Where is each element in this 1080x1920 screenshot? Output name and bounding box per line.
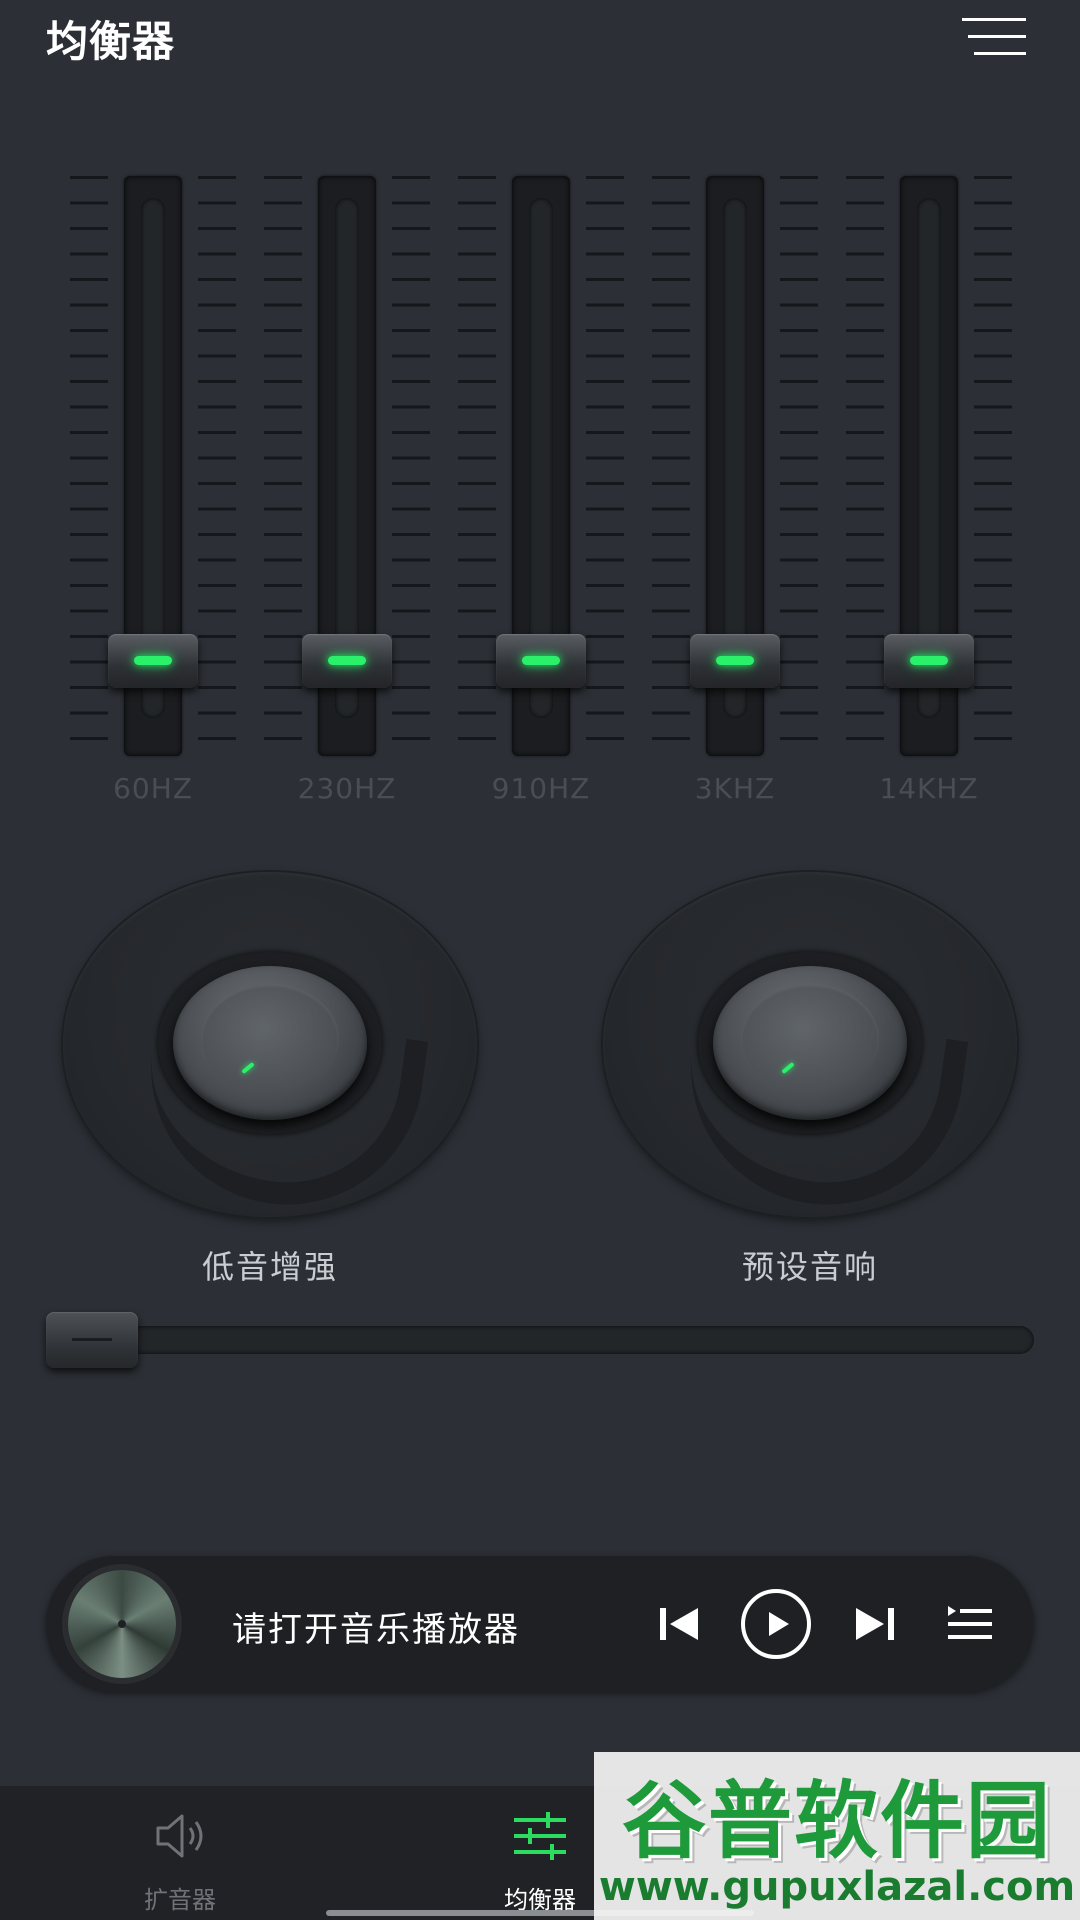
led-indicator bbox=[328, 655, 366, 665]
equalizer-screen: 均衡器 60HZ 230HZ 910HZ 3KHZ 14KHZ 低音增强 预设音… bbox=[0, 0, 1080, 1920]
slider-thumb[interactable] bbox=[884, 633, 974, 688]
mini-player: 请打开音乐播放器 bbox=[46, 1556, 1034, 1692]
equalizer-icon bbox=[514, 1812, 566, 1860]
album-disc[interactable] bbox=[68, 1570, 176, 1678]
led-indicator bbox=[522, 655, 560, 665]
preset-sound-knob[interactable] bbox=[713, 966, 907, 1120]
band-3khz: 3KHZ bbox=[638, 170, 832, 810]
tick-marks bbox=[70, 176, 108, 750]
band-label: 3KHZ bbox=[694, 772, 776, 805]
play-button[interactable] bbox=[736, 1584, 816, 1664]
bass-boost-label: 低音增强 bbox=[201, 1248, 338, 1286]
prev-icon bbox=[660, 1608, 698, 1640]
tick-marks bbox=[846, 176, 884, 750]
bass-boost-knob[interactable] bbox=[173, 966, 367, 1120]
tick-marks bbox=[264, 176, 302, 750]
band-label: 230HZ bbox=[297, 772, 397, 805]
speaker-icon bbox=[156, 1814, 203, 1858]
playlist-icon bbox=[948, 1606, 992, 1639]
led-indicator bbox=[134, 655, 172, 665]
next-icon bbox=[856, 1608, 894, 1640]
slider-thumb[interactable] bbox=[690, 633, 780, 688]
band-label: 910HZ bbox=[491, 772, 591, 805]
slider-thumb[interactable] bbox=[302, 633, 392, 688]
next-button[interactable] bbox=[842, 1592, 906, 1656]
playlist-button[interactable] bbox=[940, 1592, 1004, 1656]
band-14khz: 14KHZ bbox=[832, 170, 1026, 810]
bass-boost-knob-area bbox=[63, 872, 477, 1223]
play-icon bbox=[741, 1589, 811, 1659]
tick-marks bbox=[780, 176, 818, 750]
volume-slider-track[interactable] bbox=[46, 1326, 1034, 1354]
preset-sound-knob-area bbox=[603, 872, 1017, 1223]
nav-label: 扩音器 bbox=[144, 1886, 216, 1914]
band-label: 14KHZ bbox=[879, 772, 979, 805]
nav-item-amplifier[interactable]: 扩音器 bbox=[80, 1786, 280, 1920]
volume-slider-thumb[interactable] bbox=[46, 1312, 138, 1368]
band-910hz: 910HZ bbox=[444, 170, 638, 810]
led-indicator bbox=[716, 655, 754, 665]
tick-marks bbox=[652, 176, 690, 750]
tick-marks bbox=[392, 176, 430, 750]
tick-marks bbox=[974, 176, 1012, 750]
band-230hz: 230HZ bbox=[250, 170, 444, 810]
slider-thumb[interactable] bbox=[108, 633, 198, 688]
slider-thumb[interactable] bbox=[496, 633, 586, 688]
tick-marks bbox=[458, 176, 496, 750]
player-status-text: 请打开音乐播放器 bbox=[232, 1610, 520, 1650]
tick-marks bbox=[586, 176, 624, 750]
watermark-title: 谷普软件园 bbox=[621, 1772, 1052, 1870]
tick-marks bbox=[198, 176, 236, 750]
preset-sound-label: 预设音响 bbox=[741, 1248, 878, 1286]
watermark: 谷普软件园 www.gupuxlazal.com bbox=[594, 1752, 1080, 1920]
page-title: 均衡器 bbox=[46, 17, 176, 66]
band-60hz: 60HZ bbox=[56, 170, 250, 810]
previous-button[interactable] bbox=[648, 1592, 712, 1656]
menu-button[interactable] bbox=[962, 14, 1026, 60]
led-indicator bbox=[910, 655, 948, 665]
watermark-url: www.gupuxlazal.com bbox=[598, 1864, 1076, 1910]
equalizer-panel: 60HZ 230HZ 910HZ 3KHZ 14KHZ bbox=[0, 170, 1080, 810]
band-label: 60HZ bbox=[113, 772, 193, 805]
